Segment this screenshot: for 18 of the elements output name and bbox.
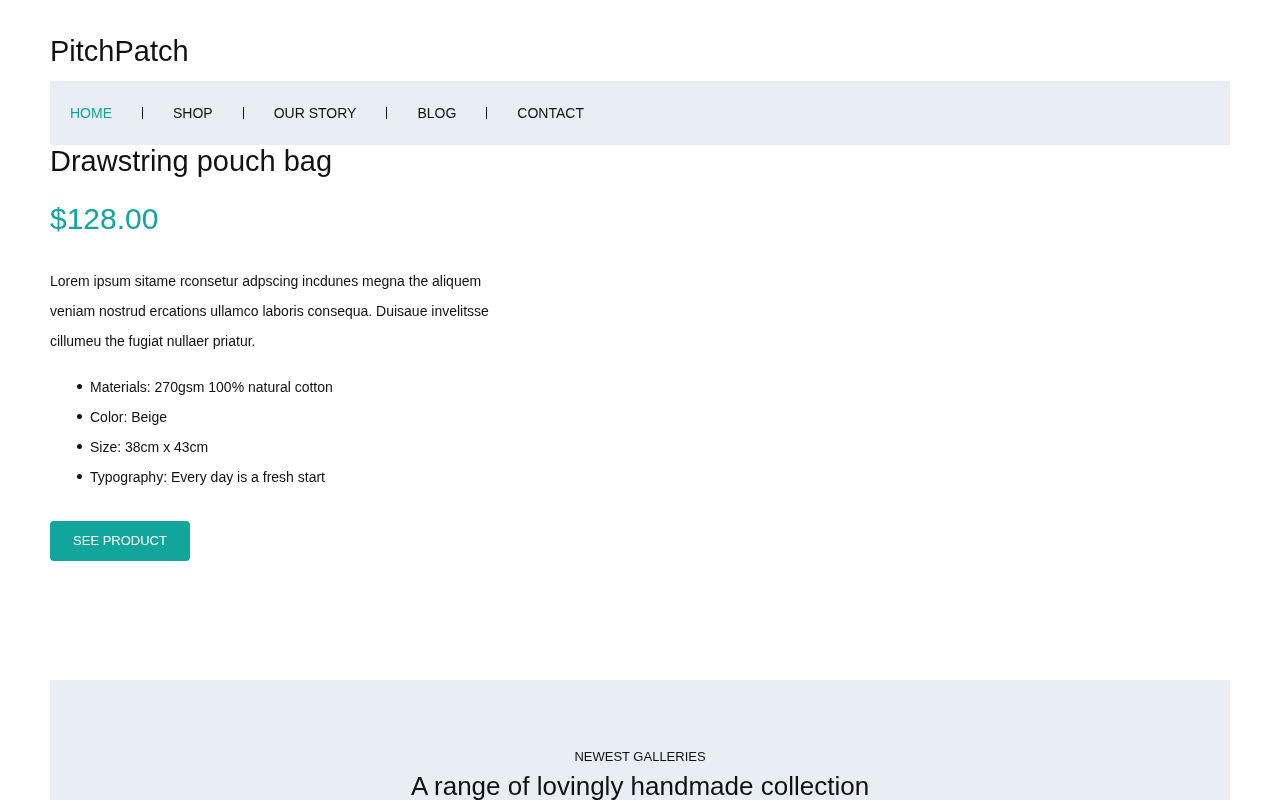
feature-text: Typography: Every day is a fresh start xyxy=(90,468,325,485)
feature-text: Size: 38cm x 43cm xyxy=(90,438,209,455)
bullet-icon xyxy=(77,474,82,480)
product-description: Lorem ipsum sitame rconsetur adpscing incdunes megna the aliquem veniam nostrud ercations ullamco laboris consequa. Duisaue invelitsse cillumeu the fugiat nullaer priatur. xyxy=(50,271,490,351)
product-title: Drawstring pouch bag xyxy=(50,144,333,177)
feature-text: Color: Beige xyxy=(90,408,168,425)
nav-link[interactable]: OUR STORY xyxy=(273,103,357,122)
bullet-icon xyxy=(77,444,82,450)
bullet-icon xyxy=(77,384,82,390)
section-eyebrow: NEWEST GALLERIES xyxy=(574,748,706,766)
nav-link[interactable]: CONTACT xyxy=(517,103,584,122)
section-heading: A range of lovingly handmade collection xyxy=(410,772,870,800)
site-logo[interactable]: PitchPatch xyxy=(50,34,189,68)
bullet-icon xyxy=(77,414,82,420)
feature-text: Materials: 270gsm 100% natural cotton xyxy=(90,378,333,395)
nav-link[interactable]: SHOP xyxy=(173,103,213,122)
product-price: $128.00 xyxy=(50,200,159,237)
nav-link[interactable]: BLOG xyxy=(417,103,457,122)
